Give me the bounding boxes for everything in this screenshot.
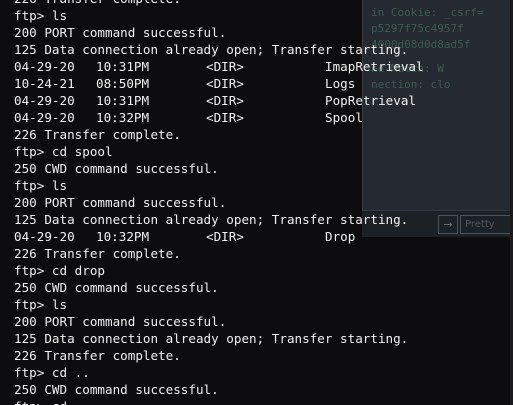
terminal-line: 125 Data connection already open; Transf… (14, 42, 409, 57)
terminal-line: 226 Transfer complete. (14, 246, 181, 261)
listing-type: <DIR> (206, 93, 244, 108)
terminal-line: ftp> cd drop (14, 263, 105, 278)
listing-time: 10:32PM (96, 110, 150, 125)
listing-type: <DIR> (206, 59, 244, 74)
listing-date: 04-29-20 (14, 110, 75, 125)
listing-date: 04-29-20 (14, 93, 75, 108)
listing-name: ImapRetrieval (325, 59, 424, 74)
terminal-line: 200 PORT command successful. (14, 195, 227, 210)
terminal-line: 226 Transfer complete. (14, 348, 181, 363)
terminal-line: 125 Data connection already open; Transf… (14, 212, 409, 227)
terminal-line: ftp> cd spool (14, 144, 113, 159)
directory-listing-row: 04-29-20 10:31PM <DIR> ImapRetrieval (0, 58, 513, 75)
terminal-line: 226 Transfer complete. (14, 127, 181, 142)
listing-name: Logs (325, 76, 356, 91)
terminal-line: ftp> cd (0, 398, 513, 405)
listing-date: 10-24-21 (14, 76, 75, 91)
listing-name: Drop (325, 229, 356, 244)
listing-name: Spool (325, 110, 363, 125)
directory-listing-row: 04-29-20 10:31PM <DIR> PopRetrieval (0, 92, 513, 109)
listing-type: <DIR> (206, 229, 244, 244)
directory-listing-row: 10-24-21 08:50PM <DIR> Logs (0, 75, 513, 92)
listing-date: 04-29-20 (14, 229, 75, 244)
directory-listing-row: 04-29-20 10:32PM <DIR> Spool (0, 109, 513, 126)
listing-time: 10:31PM (96, 59, 150, 74)
screen: in Cookie: _csrf= p5297f75c4957f 4000d08… (0, 0, 513, 405)
terminal-line: 250 CWD command successful. (14, 382, 219, 397)
terminal-line: 125 Data connection already open; Transf… (14, 331, 409, 346)
terminal-line: 250 CWD command successful. (14, 280, 219, 295)
terminal-line: 200 PORT command successful. (14, 25, 227, 40)
terminal-line: ftp> cd .. (14, 365, 90, 380)
terminal-line: ftp> ls (14, 297, 68, 312)
listing-time: 10:31PM (96, 93, 150, 108)
listing-time: 08:50PM (96, 76, 150, 91)
terminal-line: ftp> ls (14, 8, 68, 23)
terminal-line: 200 PORT command successful. (14, 314, 227, 329)
listing-type: <DIR> (206, 110, 244, 125)
listing-name: PopRetrieval (325, 93, 416, 108)
terminal-line: ftp> ls (14, 178, 68, 193)
listing-date: 04-29-20 (14, 59, 75, 74)
listing-type: <DIR> (206, 76, 244, 91)
terminal-output[interactable]: 226 Transfer complete.ftp> ls200 PORT co… (0, 0, 513, 405)
terminal-line: 226 Transfer complete. (0, 0, 513, 7)
directory-listing-row: 04-29-20 10:32PM <DIR> Drop (0, 228, 513, 245)
listing-time: 10:32PM (96, 229, 150, 244)
terminal-line: 250 CWD command successful. (14, 161, 219, 176)
